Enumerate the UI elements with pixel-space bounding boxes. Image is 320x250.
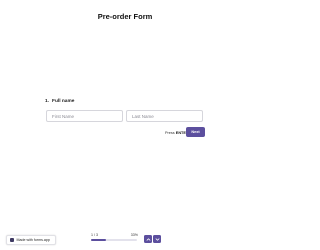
form-page: Pre-order Form 1.Full name Press ENTER N… [0,0,250,250]
chevron-down-icon [155,237,159,241]
question-text: Full name [52,99,75,104]
made-with-badge[interactable]: Made with forms.app [6,235,56,245]
forms-app-logo-icon [10,238,14,242]
first-name-input[interactable] [46,110,123,122]
made-with-label: Made with forms.app [16,238,50,242]
chevron-up-icon [146,237,150,241]
question-number: 1. [45,99,50,104]
progress-count: 1 / 3 [91,233,98,237]
progress-indicator: 1 / 3 33% [89,233,138,243]
form-title: Pre-order Form [97,12,153,21]
question-label: 1. Full name [45,99,74,104]
progress-fill [91,239,107,241]
progress-percent: 33% [130,233,138,237]
next-button[interactable]: Next [186,127,205,137]
next-question-button[interactable] [153,235,161,243]
press-enter-prefix: Press [165,130,175,135]
previous-question-button[interactable] [144,235,152,243]
last-name-input[interactable] [126,110,203,122]
progress-track [91,239,137,241]
